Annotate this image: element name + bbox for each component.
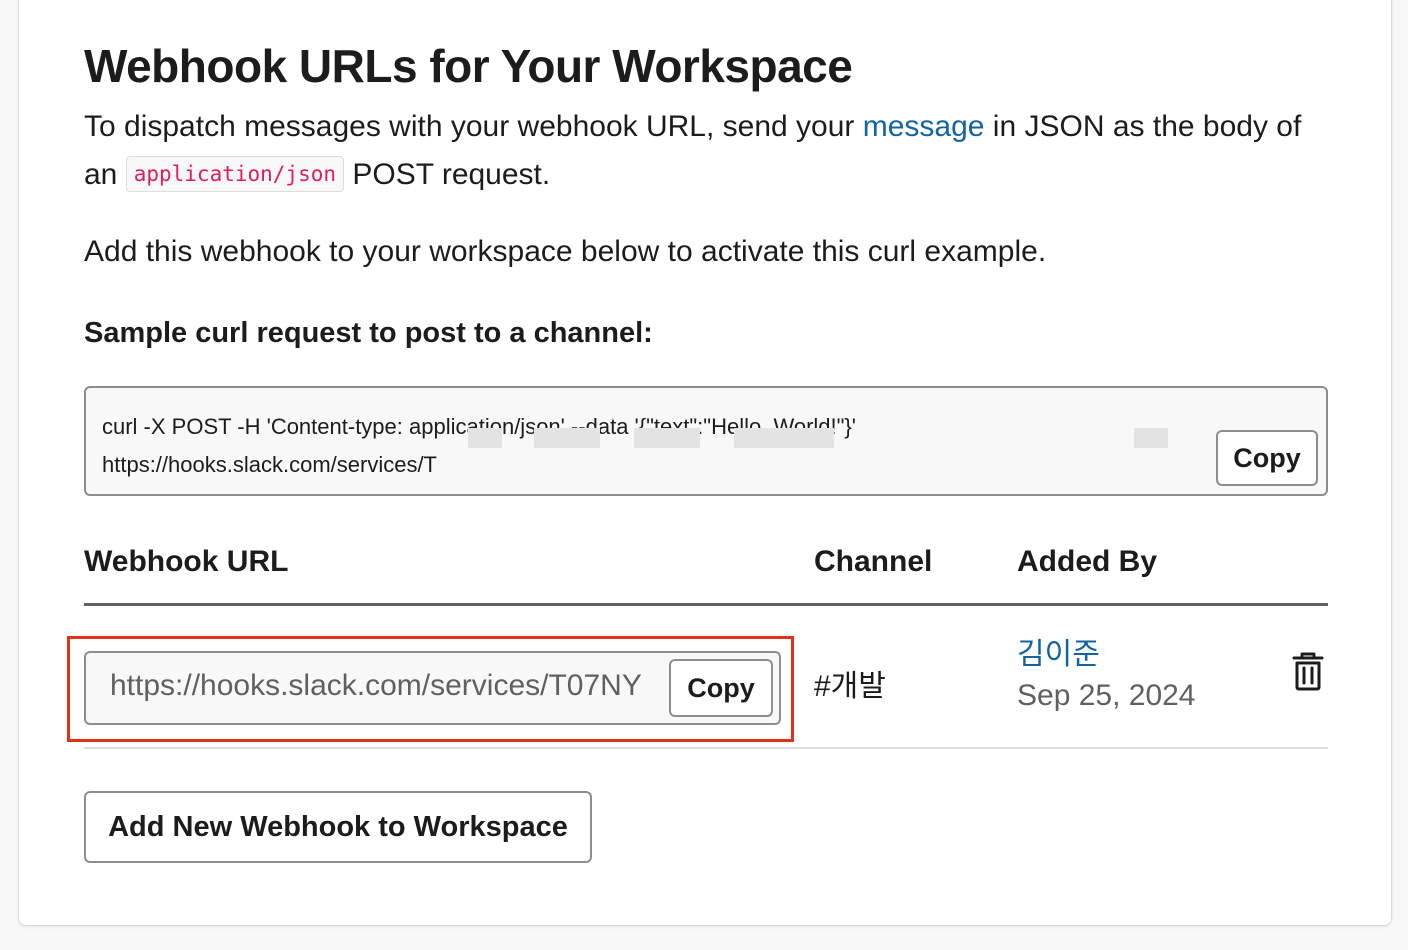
trash-icon[interactable] <box>1291 651 1325 691</box>
column-header-channel: Channel <box>814 545 933 578</box>
add-new-webhook-button[interactable]: Add New Webhook to Workspace <box>84 791 592 863</box>
intro-part-3: POST request. <box>344 158 551 191</box>
page-title: Webhook URLs for Your Workspace <box>84 40 853 92</box>
webhook-url-value: https://hooks.slack.com/services/T07NY <box>110 669 642 702</box>
webhook-url-copy-button[interactable]: Copy <box>669 659 773 717</box>
redacted-block <box>1134 428 1168 448</box>
message-link[interactable]: message <box>863 110 985 143</box>
activate-note: Add this webhook to your workspace below… <box>84 235 1047 268</box>
table-row-divider <box>84 747 1328 749</box>
redacted-block <box>534 428 600 448</box>
intro-part-1: To dispatch messages with your webhook U… <box>84 110 863 143</box>
table-header-divider <box>84 603 1328 606</box>
added-by-user-link[interactable]: 김이준 <box>1017 629 1100 673</box>
curl-copy-button[interactable]: Copy <box>1216 430 1318 486</box>
intro-text: To dispatch messages with your webhook U… <box>84 103 1334 199</box>
sample-curl-label: Sample curl request to post to a channel… <box>84 317 653 349</box>
webhook-channel: #개발 <box>814 670 886 703</box>
webhook-url-field[interactable]: https://hooks.slack.com/services/T07NY C… <box>84 651 781 725</box>
redacted-block <box>634 428 700 448</box>
column-header-added-by: Added By <box>1017 545 1158 578</box>
added-date: Sep 25, 2024 <box>1017 679 1196 712</box>
content-type-code: application/json <box>125 156 345 192</box>
redacted-block <box>468 428 502 448</box>
curl-example-box: curl -X POST -H 'Content-type: applicati… <box>84 386 1328 496</box>
column-header-webhook-url: Webhook URL <box>84 545 289 578</box>
webhook-settings-card: Webhook URLs for Your Workspace To dispa… <box>18 0 1392 926</box>
redacted-block <box>734 428 834 448</box>
curl-line-2: https://hooks.slack.com/services/T <box>102 452 437 477</box>
